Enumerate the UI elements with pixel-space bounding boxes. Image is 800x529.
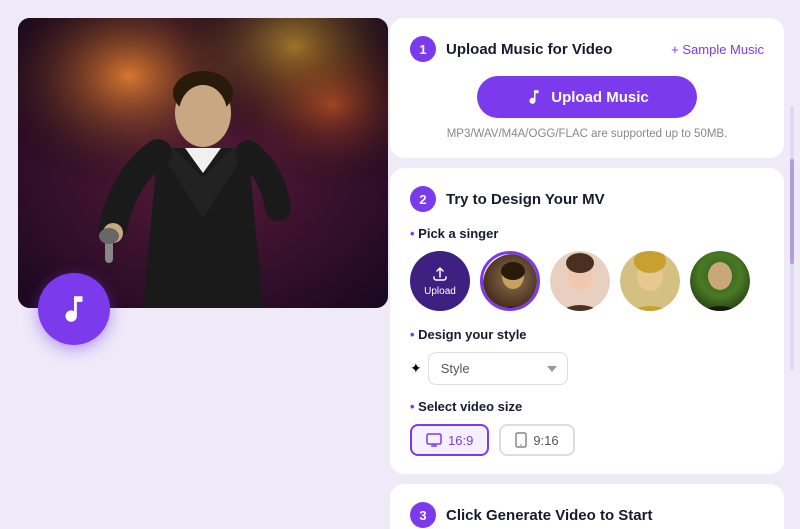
supported-formats-text: MP3/WAV/M4A/OGG/FLAC are supported up to… bbox=[447, 128, 728, 140]
singer-upload-button[interactable]: Upload bbox=[410, 251, 470, 311]
step1-card: 1 Upload Music for Video + Sample Music … bbox=[390, 18, 784, 158]
step1-header: 1 Upload Music for Video + Sample Music bbox=[410, 36, 764, 62]
step1-title: Upload Music for Video bbox=[446, 41, 661, 58]
size-16-9-label: 16:9 bbox=[448, 433, 473, 448]
style-icon: ✦ bbox=[410, 360, 422, 377]
upload-music-button[interactable]: Upload Music bbox=[477, 76, 697, 118]
singer-avatar-3[interactable] bbox=[620, 251, 680, 311]
music-note-upload-icon bbox=[525, 88, 543, 106]
singer4-svg bbox=[690, 251, 750, 311]
singer1-svg bbox=[483, 254, 540, 311]
step2-card: 2 Try to Design Your MV Pick a singer Up… bbox=[390, 168, 784, 474]
video-size-options: 16:9 9:16 bbox=[410, 424, 764, 456]
monitor-icon bbox=[426, 433, 442, 447]
sample-music-link[interactable]: + Sample Music bbox=[671, 42, 764, 57]
step3-header: 3 Click Generate Video to Start bbox=[410, 502, 764, 528]
upload-arrow-icon bbox=[431, 265, 449, 283]
singer-svg bbox=[18, 18, 388, 308]
singer-avatar-4[interactable] bbox=[690, 251, 750, 311]
music-note-icon bbox=[57, 292, 91, 326]
singer-avatar-1[interactable] bbox=[480, 251, 540, 311]
singers-row: Upload bbox=[410, 251, 764, 311]
scrollbar-thumb[interactable] bbox=[790, 159, 794, 265]
left-panel bbox=[0, 0, 390, 529]
singer2-svg bbox=[550, 251, 610, 311]
step2-badge: 2 bbox=[410, 186, 436, 212]
size-9-16[interactable]: 9:16 bbox=[499, 424, 574, 456]
style-select-container: ✦ Style Pop Rock Jazz Classical bbox=[410, 352, 764, 385]
step3-card: 3 Click Generate Video to Start Generate… bbox=[390, 484, 784, 529]
style-select[interactable]: Style Pop Rock Jazz Classical bbox=[428, 352, 568, 385]
step2-header: 2 Try to Design Your MV bbox=[410, 186, 764, 212]
select-size-label: Select video size bbox=[410, 399, 764, 414]
step3-badge: 3 bbox=[410, 502, 436, 528]
right-panel: 1 Upload Music for Video + Sample Music … bbox=[390, 0, 800, 529]
music-icon-badge bbox=[38, 273, 110, 345]
singer-avatar-2[interactable] bbox=[550, 251, 610, 311]
step3-title: Click Generate Video to Start bbox=[446, 507, 764, 524]
hero-image bbox=[18, 18, 388, 308]
size-16-9[interactable]: 16:9 bbox=[410, 424, 489, 456]
upload-section: Upload Music MP3/WAV/M4A/OGG/FLAC are su… bbox=[410, 76, 764, 140]
pick-singer-label: Pick a singer bbox=[410, 226, 764, 241]
step1-badge: 1 bbox=[410, 36, 436, 62]
design-style-label: Design your style bbox=[410, 327, 764, 342]
size-9-16-label: 9:16 bbox=[533, 433, 558, 448]
singer3-svg bbox=[620, 251, 680, 311]
step2-title: Try to Design Your MV bbox=[446, 191, 764, 208]
scrollbar-track[interactable] bbox=[790, 106, 794, 371]
mobile-icon bbox=[515, 432, 527, 448]
upload-singer-label: Upload bbox=[424, 286, 456, 297]
